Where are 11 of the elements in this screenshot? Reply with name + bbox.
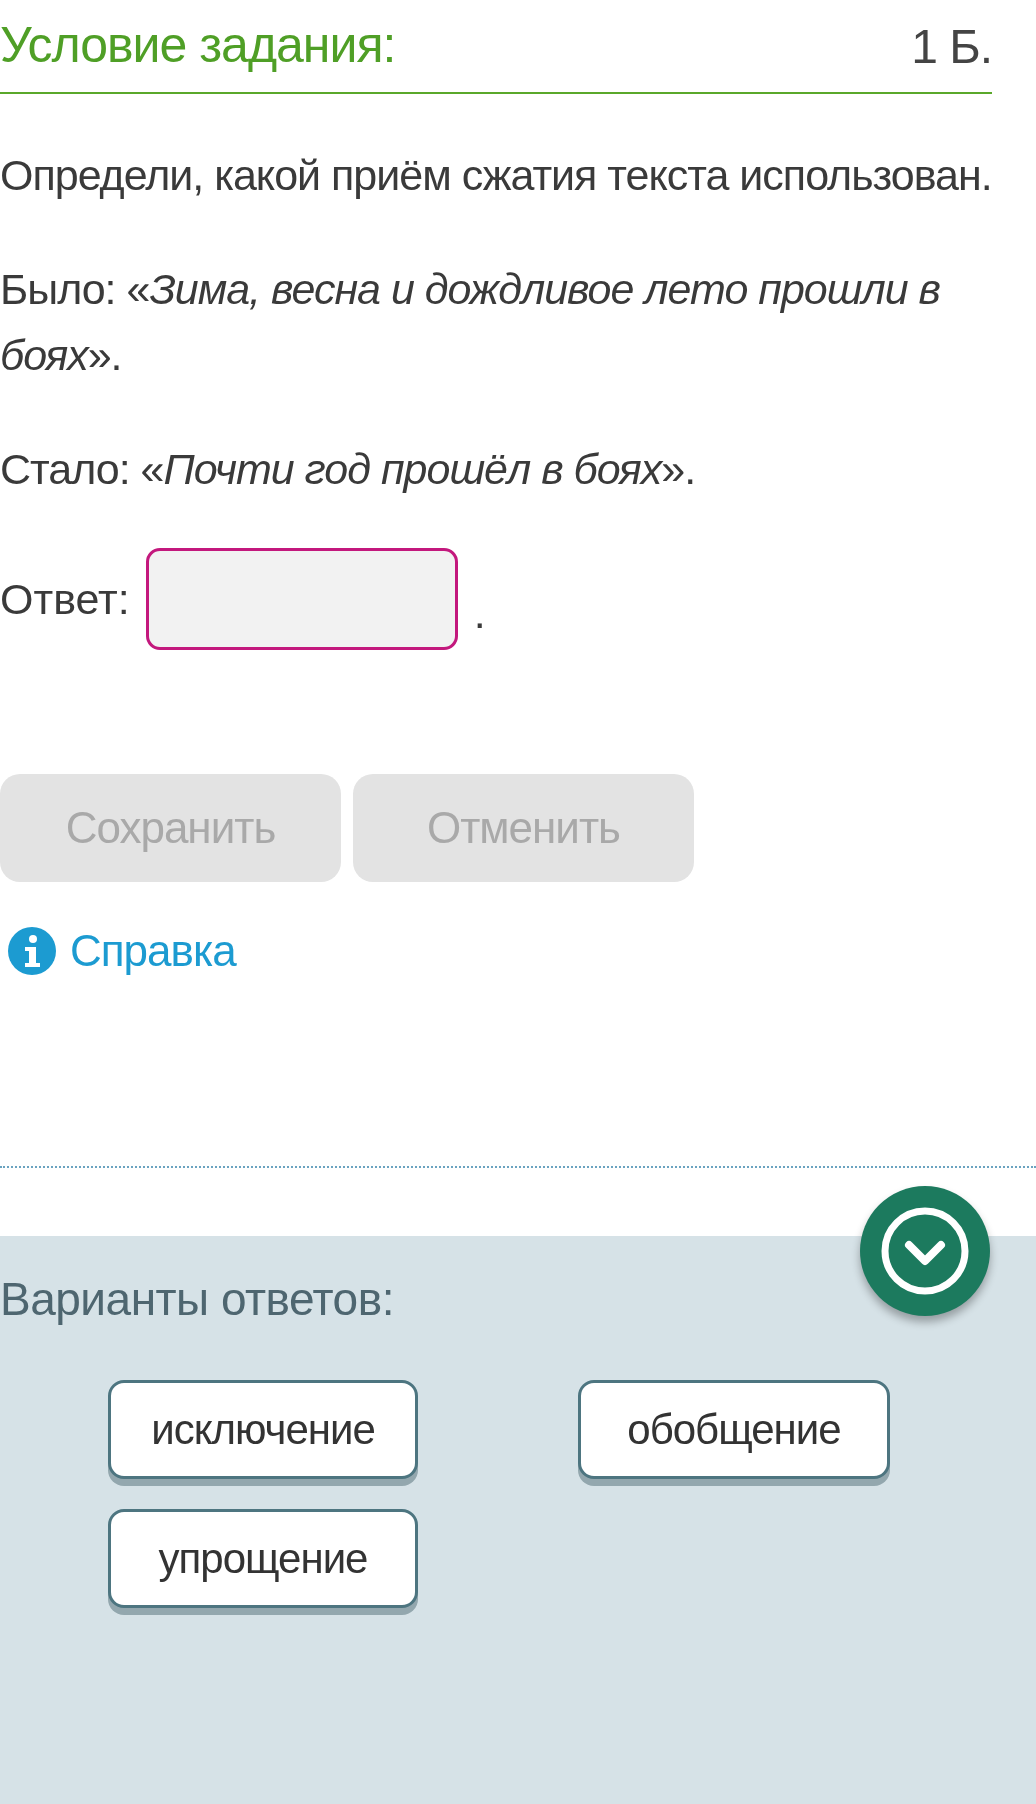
options-title: Варианты ответов:: [0, 1272, 395, 1326]
task-text: Стало: «Почти год прошёл в боях».: [0, 444, 697, 495]
info-icon: [8, 927, 56, 975]
answer-label: Ответ:: [0, 574, 130, 624]
task-text: Было: «Зима, весна и дождливое лето прошли в боях».: [0, 264, 941, 381]
task-title: Условие задания:: [0, 16, 396, 74]
collapse-button[interactable]: [860, 1186, 990, 1316]
answer-period: .: [473, 589, 486, 638]
points: 1 Б.: [911, 19, 992, 74]
answer-field[interactable]: [145, 548, 458, 650]
task-text: Определи, какой приём сжатия текста использован.: [0, 150, 992, 201]
